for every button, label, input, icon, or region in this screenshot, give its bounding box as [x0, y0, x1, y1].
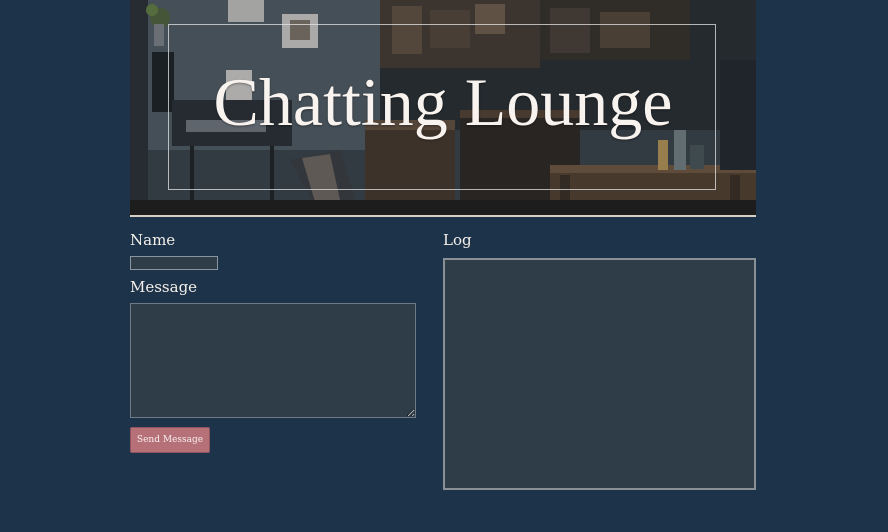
message-textarea[interactable] [130, 303, 416, 418]
message-form: Name Message Send Message [130, 230, 416, 453]
name-input[interactable] [130, 256, 218, 270]
log-label: Log [443, 231, 472, 249]
page-title: Chatting Lounge [213, 64, 673, 140]
page-container: Chatting Lounge Name Message Send Messag… [130, 0, 756, 532]
log-output[interactable] [443, 258, 756, 490]
send-message-button[interactable]: Send Message [130, 427, 210, 453]
hero-banner: Chatting Lounge [130, 0, 756, 217]
name-label: Name [130, 231, 176, 249]
message-label: Message [130, 278, 198, 296]
log-panel: Log [443, 230, 756, 490]
